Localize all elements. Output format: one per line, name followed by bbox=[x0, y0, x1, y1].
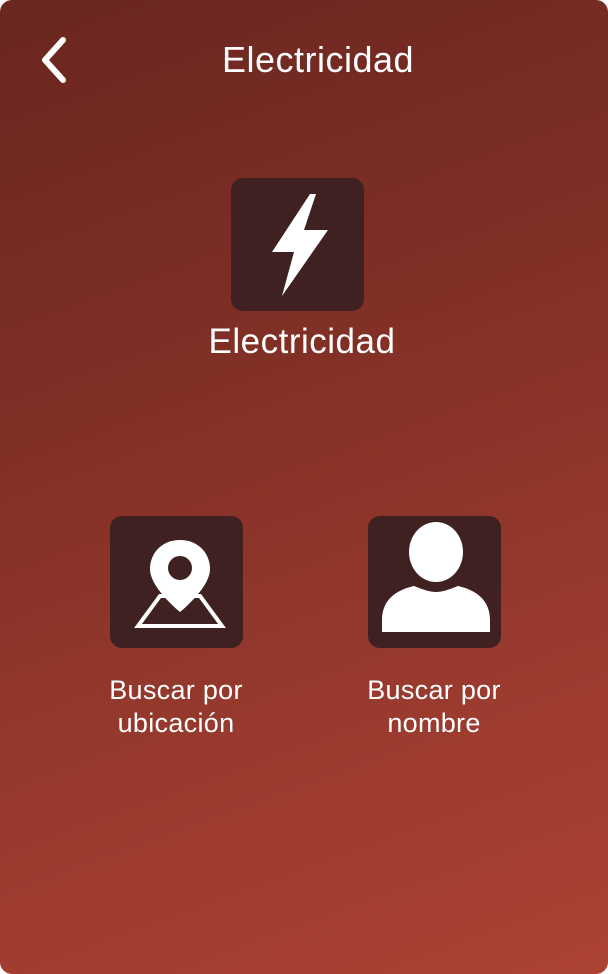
location-icon-tile[interactable] bbox=[109, 516, 243, 648]
search-by-location-label: Buscar por ubicación bbox=[109, 675, 243, 738]
search-by-location-button[interactable]: Buscar por ubicación bbox=[76, 516, 276, 740]
category-label: Electricidad bbox=[208, 322, 396, 361]
map-pin-icon bbox=[133, 540, 226, 628]
search-by-name-button[interactable]: Buscar por nombre bbox=[334, 516, 534, 740]
category-icon-tile bbox=[231, 178, 364, 311]
search-by-name-label: Buscar por nombre bbox=[367, 675, 501, 738]
lightning-bolt-icon bbox=[271, 193, 328, 296]
app-screen: Electricidad Electricidad Buscar por ubi… bbox=[0, 0, 608, 974]
header-bar: Electricidad bbox=[0, 0, 608, 120]
user-silhouette-icon bbox=[381, 522, 490, 632]
name-icon-tile[interactable] bbox=[367, 516, 501, 648]
page-title: Electricidad bbox=[221, 39, 415, 80]
